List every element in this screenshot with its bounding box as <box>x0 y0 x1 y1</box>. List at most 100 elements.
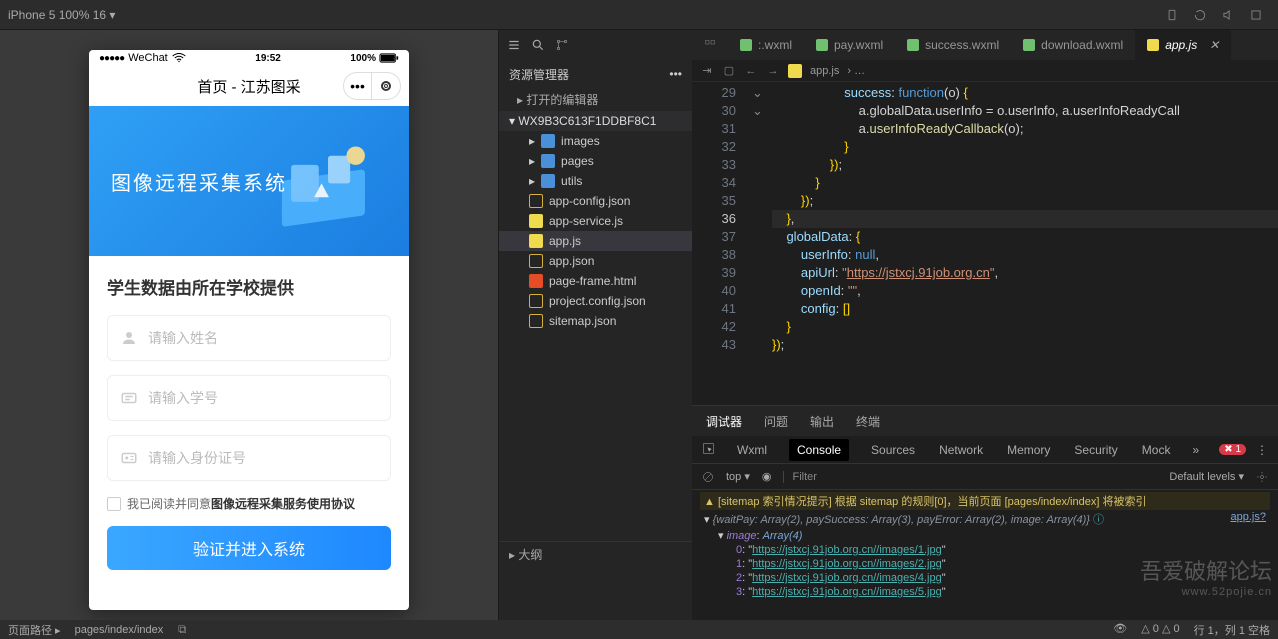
tab-pay.wxml[interactable]: pay.wxml <box>804 30 895 60</box>
simulator-panel: ●●●●● WeChat 19:52 100% 首页 - 江苏图采 ••• 图像… <box>0 30 498 620</box>
file-sitemap.json[interactable]: sitemap.json <box>499 311 692 331</box>
cursor-position: 行 1，列 1 空格 <box>1194 622 1270 638</box>
agree-prefix: 我已阅读并同意 <box>127 495 211 512</box>
file-app-config.json[interactable]: app-config.json <box>499 191 692 211</box>
file-project.config.json[interactable]: project.config.json <box>499 291 692 311</box>
fold-column: ⌄⌄ <box>752 82 772 405</box>
file-app.json[interactable]: app.json <box>499 251 692 271</box>
submit-button[interactable]: 验证并进入系统 <box>107 526 391 570</box>
console-array-item[interactable]: 2: "https://jstxcj.91job.org.cn//images/… <box>700 571 1270 585</box>
devtool-more-icon[interactable]: ⋮ <box>1256 443 1268 457</box>
debugger-tabs: 调试器 问题 输出 终端 <box>692 406 1278 436</box>
console-array-item[interactable]: 3: "https://jstxcj.91job.org.cn//images/… <box>700 585 1270 599</box>
wifi-icon <box>172 53 186 63</box>
console-output[interactable]: ▲ [sitemap 索引情况提示] 根据 sitemap 的规则[0]，当前页… <box>692 490 1278 620</box>
branch-icon[interactable] <box>555 38 569 52</box>
folder-pages[interactable]: ▸ pages <box>499 151 692 171</box>
error-badge[interactable]: ✖ 1 <box>1219 444 1246 455</box>
page-path[interactable]: pages/index/index <box>75 624 164 636</box>
folder-images[interactable]: ▸ images <box>499 131 692 151</box>
cut-icon[interactable] <box>1245 4 1267 26</box>
breadcrumb-file[interactable]: app.js <box>810 65 839 77</box>
rotate-icon[interactable] <box>1189 4 1211 26</box>
file-page-frame.html[interactable]: page-frame.html <box>499 271 692 291</box>
console-array-item[interactable]: 0: "https://jstxcj.91job.org.cn//images/… <box>700 543 1270 557</box>
capsule-close-button[interactable] <box>372 73 400 99</box>
code-editor[interactable]: success: function(o) { a.globalData.user… <box>772 82 1278 405</box>
device-icon[interactable] <box>1161 4 1183 26</box>
inspect-icon[interactable] <box>702 442 715 458</box>
project-root[interactable]: ▾ WX9B3C613F1DDBF8C1 <box>499 111 692 131</box>
tab-success.wxml[interactable]: success.wxml <box>895 30 1011 60</box>
tab-app.js[interactable]: app.js✕ <box>1135 30 1231 60</box>
clear-console-icon[interactable] <box>702 471 714 483</box>
dbg-tab-终端[interactable]: 终端 <box>856 413 880 430</box>
devtool-tab-Sources[interactable]: Sources <box>869 443 917 457</box>
hero-title: 图像远程采集系统 <box>111 167 287 196</box>
id-card-input[interactable]: 请输入身份证号 <box>107 435 391 481</box>
explorer-title: 资源管理器 <box>509 66 569 83</box>
phone-frame: ●●●●● WeChat 19:52 100% 首页 - 江苏图采 ••• 图像… <box>89 50 409 610</box>
explorer-more-icon[interactable]: ••• <box>669 67 682 81</box>
student-id-input[interactable]: 请输入学号 <box>107 375 391 421</box>
agree-checkbox[interactable] <box>107 497 121 511</box>
person-icon <box>120 329 138 347</box>
devtool-tab-Network[interactable]: Network <box>937 443 985 457</box>
console-settings-icon[interactable] <box>1256 471 1268 483</box>
battery-icon <box>379 53 399 63</box>
signal-dots-icon: ●●●●● <box>99 53 124 64</box>
agree-row[interactable]: 我已阅读并同意 图像远程采集服务使用协议 <box>107 495 391 512</box>
id-card-placeholder: 请输入身份证号 <box>148 448 378 468</box>
bc-indent-icon[interactable]: ⇥ <box>700 64 714 78</box>
tab-download.wxml[interactable]: download.wxml <box>1011 30 1135 60</box>
line-gutter: 293031323334353637383940414243 <box>692 82 752 405</box>
agree-link[interactable]: 图像远程采集服务使用协议 <box>211 495 355 512</box>
preview-icon[interactable]: 👁 <box>1113 622 1127 638</box>
top-toolbar: iPhone 5 100% 16 ▾ <box>0 0 1278 30</box>
capsule: ••• <box>343 72 401 100</box>
breadcrumb: ⇥ ▢ ← → app.js › … <box>692 60 1278 82</box>
outline-section[interactable]: ▸ 大纲 <box>499 541 692 567</box>
file-app-service.js[interactable]: app-service.js <box>499 211 692 231</box>
card-icon <box>120 449 138 467</box>
devtool-tab-Wxml[interactable]: Wxml <box>735 443 769 457</box>
dbg-tab-调试器[interactable]: 调试器 <box>706 413 742 430</box>
bc-fwd-icon[interactable]: → <box>766 64 780 78</box>
js-file-icon <box>788 64 802 78</box>
tab-overflow-icon[interactable] <box>692 30 728 60</box>
devtool-tab-Security[interactable]: Security <box>1072 443 1119 457</box>
devtool-tab-Mock[interactable]: Mock <box>1140 443 1173 457</box>
bc-back-icon[interactable]: ← <box>744 64 758 78</box>
bc-bookmark-icon[interactable]: ▢ <box>722 64 736 78</box>
tab-:.wxml[interactable]: :.wxml <box>728 30 804 60</box>
status-bar: 页面路径 ▸ pages/index/index 👁 △ 0 △ 0 行 1，列… <box>0 620 1278 639</box>
console-source-link[interactable]: app.js? <box>1231 511 1266 523</box>
dbg-tab-输出[interactable]: 输出 <box>810 413 834 430</box>
editor-tab-bar: :.wxmlpay.wxmlsuccess.wxmldownload.wxmla… <box>692 30 1278 60</box>
devtool-tabs: Wxml Console Sources Network Memory Security M… <box>692 436 1278 464</box>
folder-utils[interactable]: ▸ utils <box>499 171 692 191</box>
log-levels[interactable]: Default levels ▾ <box>1169 470 1244 483</box>
search-icon[interactable] <box>531 38 545 52</box>
open-editors-group[interactable]: ▸ 打开的编辑器 <box>499 88 692 111</box>
capsule-menu-button[interactable]: ••• <box>344 73 372 99</box>
dbg-tab-问题[interactable]: 问题 <box>764 413 788 430</box>
copy-icon[interactable] <box>177 624 188 635</box>
close-icon[interactable]: ✕ <box>1209 38 1219 52</box>
warnings-count[interactable]: △ 0 △ 0 <box>1141 622 1179 638</box>
devtool-overflow[interactable]: » <box>1192 443 1199 457</box>
devtool-tab-Console[interactable]: Console <box>789 439 849 461</box>
nav-title: 首页 - 江苏图采 <box>197 76 300 97</box>
console-filter[interactable]: Filter <box>783 471 923 483</box>
console-warning: ▲ [sitemap 索引情况提示] 根据 sitemap 的规则[0]，当前页… <box>700 492 1270 510</box>
console-array-item[interactable]: 1: "https://jstxcj.91job.org.cn//images/… <box>700 557 1270 571</box>
name-input[interactable]: 请输入姓名 <box>107 315 391 361</box>
battery-label: 100% <box>350 53 376 64</box>
device-selector[interactable]: iPhone 5 100% 16 ▾ <box>8 8 115 22</box>
file-app.js[interactable]: app.js <box>499 231 692 251</box>
context-selector[interactable]: top ▾ <box>726 470 750 483</box>
page-path-label[interactable]: 页面路径 ▸ <box>8 622 61 638</box>
devtool-tab-Memory[interactable]: Memory <box>1005 443 1052 457</box>
list-icon[interactable] <box>507 38 521 52</box>
mute-icon[interactable] <box>1217 4 1239 26</box>
